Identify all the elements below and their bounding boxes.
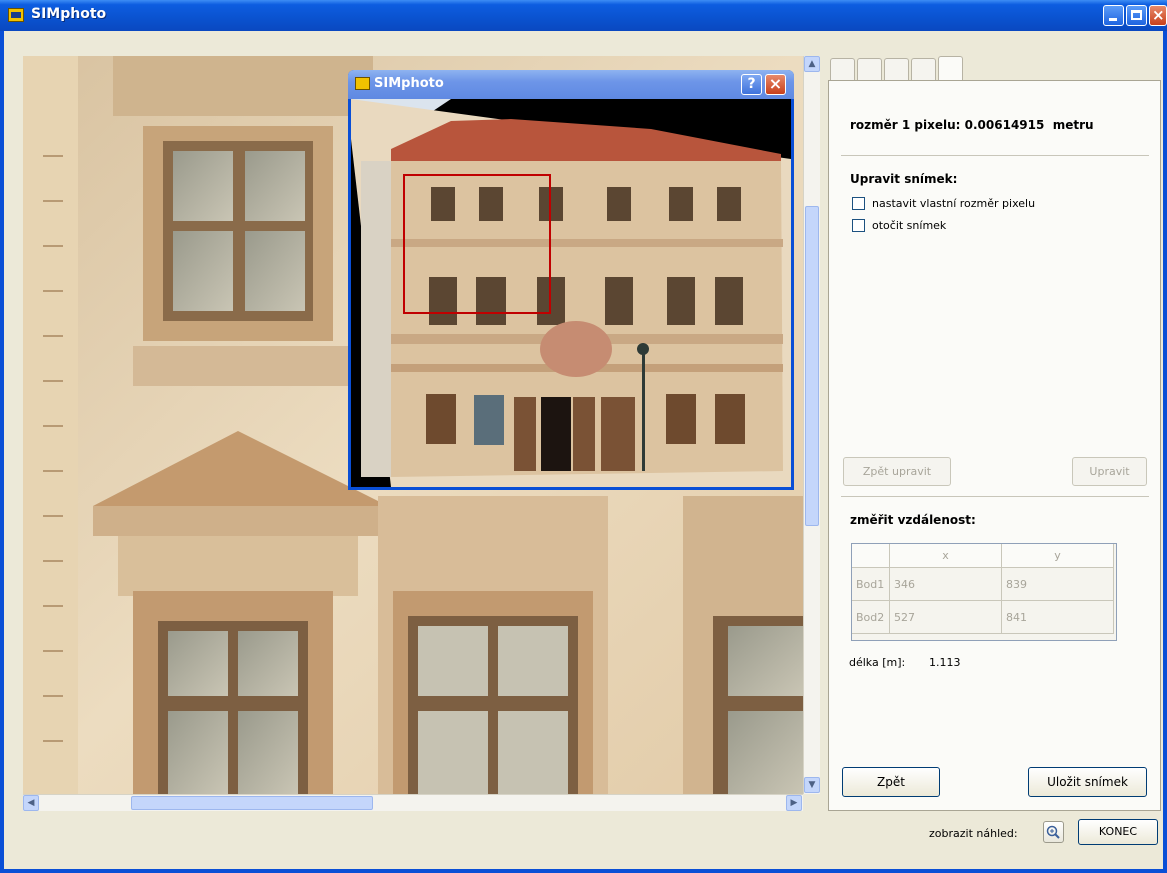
magnifier-icon bbox=[1046, 825, 1060, 839]
close-button[interactable]: × bbox=[1149, 5, 1167, 26]
preview-title: SIMphoto bbox=[374, 76, 444, 91]
measure-heading: změřit vzdálenost: bbox=[850, 513, 976, 527]
custom-pixel-checkbox[interactable] bbox=[852, 197, 865, 210]
divider bbox=[841, 496, 1149, 497]
help-button[interactable]: ? bbox=[741, 74, 762, 95]
tab-1[interactable] bbox=[830, 58, 855, 80]
app-icon bbox=[355, 77, 370, 90]
close-icon: × bbox=[768, 74, 783, 93]
title-bar: SIMphoto × bbox=[0, 0, 1167, 31]
preview-close-button[interactable]: × bbox=[765, 74, 786, 95]
maximize-icon bbox=[1131, 10, 1142, 20]
save-image-button[interactable]: Uložit snímek bbox=[1028, 767, 1147, 797]
window-title: SIMphoto bbox=[31, 6, 107, 22]
undo-edit-button[interactable]: Zpět upravit bbox=[843, 457, 951, 486]
tool-panel bbox=[828, 80, 1161, 811]
pixel-size-unit: metru bbox=[1052, 118, 1094, 132]
horizontal-scroll-thumb[interactable] bbox=[131, 796, 373, 810]
vertical-scroll-thumb[interactable] bbox=[805, 206, 819, 526]
minimize-button[interactable] bbox=[1103, 5, 1124, 26]
column-header-y: y bbox=[1002, 544, 1114, 568]
column-header-x: x bbox=[890, 544, 1002, 568]
scroll-down-button[interactable]: ▼ bbox=[804, 777, 820, 793]
tab-3[interactable] bbox=[884, 58, 909, 80]
horizontal-scrollbar[interactable]: ◀ ▶ bbox=[23, 794, 803, 811]
close-icon: × bbox=[1152, 6, 1165, 24]
preview-label: zobrazit náhled: bbox=[929, 827, 1018, 840]
table-cell-bod1-x[interactable]: 346 bbox=[890, 568, 1002, 601]
table-cell-bod1-y[interactable]: 839 bbox=[1002, 568, 1114, 601]
row-label: Bod2 bbox=[852, 601, 890, 634]
rotate-checkbox[interactable] bbox=[852, 219, 865, 232]
points-table[interactable]: x y Bod1 346 839 Bod2 527 841 bbox=[851, 543, 1117, 641]
length-value: 1.113 bbox=[929, 656, 961, 669]
scroll-left-button[interactable]: ◀ bbox=[23, 795, 39, 811]
edit-heading: Upravit snímek: bbox=[850, 172, 958, 186]
preview-button[interactable] bbox=[1043, 821, 1064, 843]
table-corner bbox=[852, 544, 890, 568]
edit-button[interactable]: Upravit bbox=[1072, 457, 1147, 486]
building-thumbnail bbox=[351, 99, 791, 487]
tab-2[interactable] bbox=[857, 58, 882, 80]
maximize-button[interactable] bbox=[1126, 5, 1147, 26]
custom-pixel-label: nastavit vlastní rozměr pixelu bbox=[872, 197, 1036, 210]
table-cell-bod2-y[interactable]: 841 bbox=[1002, 601, 1114, 634]
pixel-size-info: rozměr 1 pixelu: 0.00614915 metru bbox=[850, 118, 1094, 132]
row-label: Bod1 bbox=[852, 568, 890, 601]
help-icon: ? bbox=[747, 76, 756, 92]
scroll-up-button[interactable]: ▲ bbox=[804, 56, 820, 72]
pixel-size-label: rozměr 1 pixelu: bbox=[850, 118, 961, 132]
scroll-right-button[interactable]: ▶ bbox=[786, 795, 802, 811]
minimize-icon bbox=[1109, 18, 1117, 21]
preview-canvas[interactable] bbox=[351, 99, 791, 487]
length-label: délka [m]: bbox=[849, 656, 906, 669]
tab-5[interactable] bbox=[938, 56, 963, 80]
pixel-size-value: 0.00614915 bbox=[964, 118, 1045, 132]
tab-4[interactable] bbox=[911, 58, 936, 80]
preview-window[interactable]: SIMphoto ? × bbox=[348, 70, 794, 490]
end-button[interactable]: KONEC bbox=[1078, 819, 1158, 845]
preview-title-bar[interactable]: SIMphoto ? × bbox=[348, 70, 794, 99]
app-icon bbox=[8, 8, 24, 22]
rotate-label: otočit snímek bbox=[872, 219, 947, 232]
vertical-scrollbar[interactable]: ▲ ▼ bbox=[803, 56, 820, 794]
divider bbox=[841, 155, 1149, 156]
table-cell-bod2-x[interactable]: 527 bbox=[890, 601, 1002, 634]
back-button[interactable]: Zpět bbox=[842, 767, 940, 797]
